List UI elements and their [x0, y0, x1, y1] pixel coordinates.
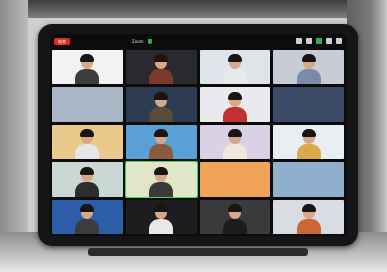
- tablet-screen: 结束 Zoom: [50, 34, 346, 236]
- participant-figure: [149, 91, 174, 122]
- video-tile[interactable]: [125, 124, 197, 160]
- video-tile[interactable]: [199, 162, 271, 197]
- video-tile[interactable]: [273, 199, 344, 234]
- more-icon[interactable]: [336, 38, 342, 44]
- participant-figure: [149, 166, 174, 197]
- participant-figure: [75, 166, 100, 197]
- participant-figure: [75, 129, 100, 160]
- participant-figure: [149, 204, 174, 234]
- keyboard-bar: [88, 248, 308, 256]
- end-meeting-button[interactable]: 结束: [54, 37, 70, 45]
- shield-icon: [147, 38, 152, 44]
- participant-figure: [75, 54, 100, 85]
- video-tile[interactable]: [199, 124, 271, 160]
- participant-figure: [222, 91, 247, 122]
- microphone-icon[interactable]: [296, 38, 302, 44]
- video-tile[interactable]: [52, 87, 123, 122]
- video-tile[interactable]: [52, 50, 123, 85]
- participant-figure: [222, 129, 247, 160]
- participants-icon[interactable]: [326, 38, 332, 44]
- video-tile[interactable]: [125, 50, 197, 85]
- tablet-device: 结束 Zoom: [38, 24, 358, 246]
- participant-figure: [149, 54, 174, 85]
- video-grid: [52, 50, 344, 234]
- participant-figure: [75, 204, 100, 234]
- meeting-title: Zoom: [132, 38, 144, 44]
- video-tile[interactable]: [273, 162, 344, 197]
- participant-figure: [149, 129, 174, 160]
- video-tile[interactable]: [52, 162, 123, 197]
- meeting-toolbar: 结束 Zoom: [50, 34, 346, 48]
- participant-figure: [296, 54, 321, 85]
- share-screen-icon[interactable]: [316, 38, 322, 44]
- participant-figure: [222, 204, 247, 234]
- video-tile[interactable]: [273, 50, 344, 85]
- video-tile[interactable]: [273, 124, 344, 160]
- background-top: [0, 0, 387, 18]
- participant-figure: [296, 204, 321, 234]
- video-tile[interactable]: [125, 87, 197, 122]
- video-tile[interactable]: [125, 199, 197, 234]
- participant-figure: [222, 54, 247, 85]
- video-tile[interactable]: [273, 87, 344, 122]
- video-tile[interactable]: [124, 161, 198, 198]
- video-tile[interactable]: [52, 199, 123, 234]
- video-tile[interactable]: [199, 87, 271, 122]
- participant-figure: [296, 129, 321, 160]
- video-tile[interactable]: [52, 124, 123, 160]
- video-tile[interactable]: [199, 199, 271, 234]
- video-tile[interactable]: [199, 50, 271, 85]
- camera-icon[interactable]: [306, 38, 312, 44]
